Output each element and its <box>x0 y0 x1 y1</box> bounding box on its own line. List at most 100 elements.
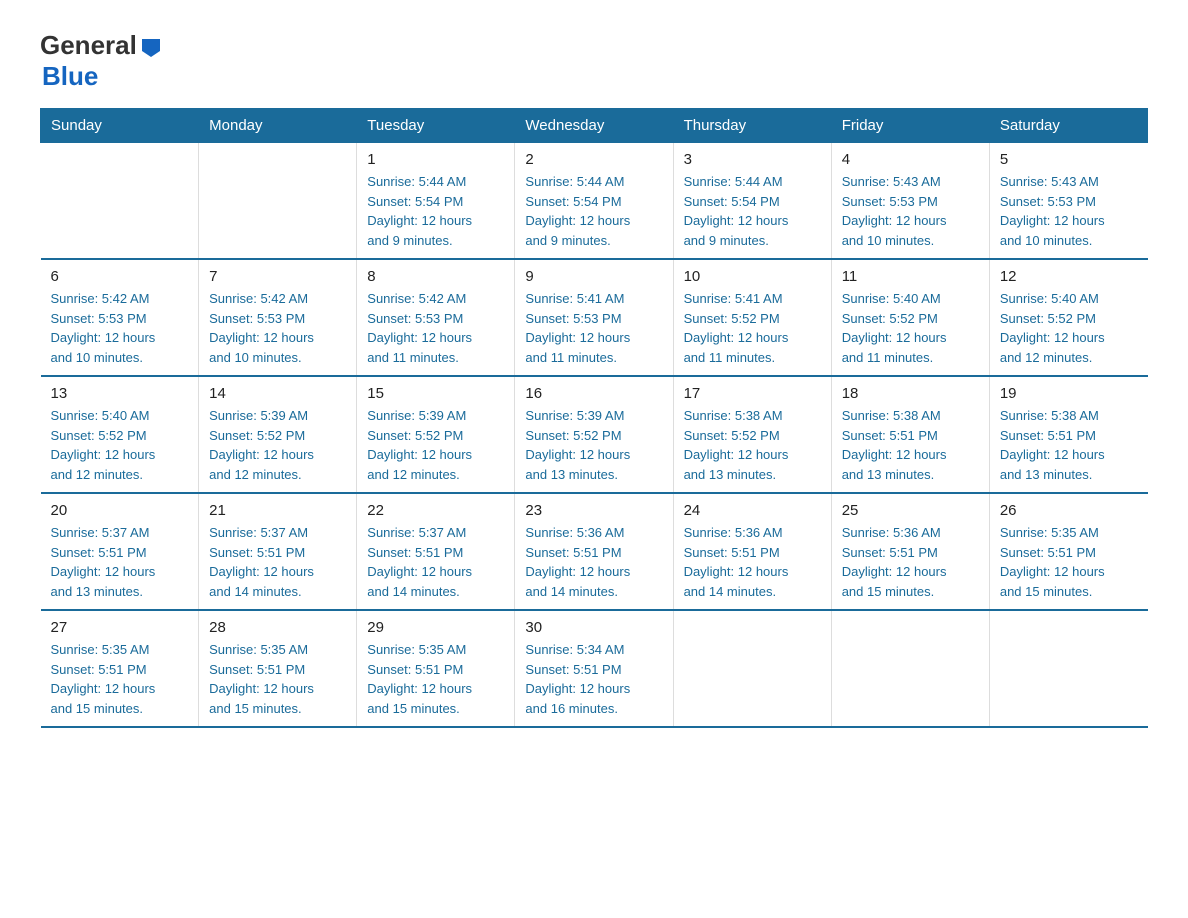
logo-text-blue: Blue <box>42 61 98 92</box>
calendar-cell: 27Sunrise: 5:35 AM Sunset: 5:51 PM Dayli… <box>41 610 199 727</box>
calendar-cell: 1 Sunrise: 5:44 AM Sunset: 5:54 PM Daylig… <box>357 143 515 260</box>
week-row-3: 13 Sunrise: 5:40 AM Sunset: 5:52 PM Dayli… <box>41 376 1148 493</box>
logo: General Blue <box>40 30 162 92</box>
day-info: Sunrise: 5:40 AM Sunset: 5:52 PM Dayligh… <box>842 289 979 367</box>
week-row-4: 20 Sunrise: 5:37 AM Sunset: 5:51 PM Dayli… <box>41 493 1148 610</box>
day-info: Sunrise: 5:36 AM Sunset: 5:51 PM Dayligh… <box>684 523 821 601</box>
day-number: 18 <box>842 385 979 402</box>
day-number: 11 <box>842 268 979 285</box>
calendar-cell: 22 Sunrise: 5:37 AM Sunset: 5:51 PM Dayli… <box>357 493 515 610</box>
day-info: Sunrise: 5:44 AM Sunset: 5:54 PM Dayligh… <box>367 172 504 250</box>
header-day-tuesday: Tuesday <box>357 109 515 143</box>
day-number: 16 <box>525 385 662 402</box>
calendar-cell: 3 Sunrise: 5:44 AM Sunset: 5:54 PM Daylig… <box>673 143 831 260</box>
week-row-1: 1 Sunrise: 5:44 AM Sunset: 5:54 PM Daylig… <box>41 143 1148 260</box>
calendar-cell: 11 Sunrise: 5:40 AM Sunset: 5:52 PM Dayli… <box>831 259 989 376</box>
day-info: Sunrise: 5:43 AM Sunset: 5:53 PM Dayligh… <box>1000 172 1138 250</box>
day-info: Sunrise: 5:41 AM Sunset: 5:53 PM Dayligh… <box>525 289 662 367</box>
day-info: Sunrise: 5:35 AM Sunset: 5:51 PM Dayligh… <box>1000 523 1138 601</box>
day-number: 13 <box>51 385 189 402</box>
day-number: 2 <box>525 151 662 168</box>
day-number: 8 <box>367 268 504 285</box>
calendar-cell: 4 Sunrise: 5:43 AM Sunset: 5:53 PM Daylig… <box>831 143 989 260</box>
calendar-cell: 16 Sunrise: 5:39 AM Sunset: 5:52 PM Dayli… <box>515 376 673 493</box>
calendar-cell: 2 Sunrise: 5:44 AM Sunset: 5:54 PM Daylig… <box>515 143 673 260</box>
calendar-cell: 19 Sunrise: 5:38 AM Sunset: 5:51 PM Dayli… <box>989 376 1147 493</box>
calendar-cell: 25 Sunrise: 5:36 AM Sunset: 5:51 PM Dayli… <box>831 493 989 610</box>
header-day-monday: Monday <box>199 109 357 143</box>
day-info: Sunrise: 5:36 AM Sunset: 5:51 PM Dayligh… <box>842 523 979 601</box>
week-row-2: 6 Sunrise: 5:42 AM Sunset: 5:53 PM Daylig… <box>41 259 1148 376</box>
day-number: 19 <box>1000 385 1138 402</box>
day-number: 30 <box>525 619 662 636</box>
day-number: 26 <box>1000 502 1138 519</box>
day-number: 29 <box>367 619 504 636</box>
calendar-cell: 12 Sunrise: 5:40 AM Sunset: 5:52 PM Dayli… <box>989 259 1147 376</box>
day-number: 27 <box>51 619 189 636</box>
day-number: 7 <box>209 268 346 285</box>
day-number: 6 <box>51 268 189 285</box>
calendar-cell: 5 Sunrise: 5:43 AM Sunset: 5:53 PM Daylig… <box>989 143 1147 260</box>
calendar-cell <box>989 610 1147 727</box>
day-number: 14 <box>209 385 346 402</box>
logo-triangle-icon <box>140 35 162 57</box>
header-row: SundayMondayTuesdayWednesdayThursdayFrid… <box>41 109 1148 143</box>
day-number: 17 <box>684 385 821 402</box>
calendar-cell: 14 Sunrise: 5:39 AM Sunset: 5:52 PM Dayli… <box>199 376 357 493</box>
calendar-cell: 15Sunrise: 5:39 AM Sunset: 5:52 PM Dayli… <box>357 376 515 493</box>
day-number: 20 <box>51 502 189 519</box>
calendar-cell <box>199 143 357 260</box>
day-info: Sunrise: 5:37 AM Sunset: 5:51 PM Dayligh… <box>51 523 189 601</box>
calendar-cell: 24Sunrise: 5:36 AM Sunset: 5:51 PM Dayli… <box>673 493 831 610</box>
calendar-cell <box>831 610 989 727</box>
day-number: 21 <box>209 502 346 519</box>
calendar-cell: 8 Sunrise: 5:42 AM Sunset: 5:53 PM Daylig… <box>357 259 515 376</box>
calendar-cell <box>41 143 199 260</box>
day-number: 22 <box>367 502 504 519</box>
day-number: 25 <box>842 502 979 519</box>
day-info: Sunrise: 5:39 AM Sunset: 5:52 PM Dayligh… <box>525 406 662 484</box>
week-row-5: 27 Sunrise: 5:35 AM Sunset: 5:51 PM Dayli… <box>41 610 1148 727</box>
day-info: Sunrise: 5:41 AM Sunset: 5:52 PM Dayligh… <box>684 289 821 367</box>
day-info: Sunrise: 5:37 AM Sunset: 5:51 PM Dayligh… <box>209 523 346 601</box>
header-day-sunday: Sunday <box>41 109 199 143</box>
day-number: 4 <box>842 151 979 168</box>
calendar-cell: 28Sunrise: 5:35 AM Sunset: 5:51 PM Dayli… <box>199 610 357 727</box>
day-info: Sunrise: 5:35 AM Sunset: 5:51 PM Dayligh… <box>367 640 504 718</box>
day-info: Sunrise: 5:38 AM Sunset: 5:51 PM Dayligh… <box>842 406 979 484</box>
calendar-cell: 21 Sunrise: 5:37 AM Sunset: 5:51 PM Dayli… <box>199 493 357 610</box>
day-info: Sunrise: 5:39 AM Sunset: 5:52 PM Dayligh… <box>209 406 346 484</box>
day-number: 1 <box>367 151 504 168</box>
day-info: Sunrise: 5:42 AM Sunset: 5:53 PM Dayligh… <box>367 289 504 367</box>
day-number: 9 <box>525 268 662 285</box>
calendar-cell: 17 Sunrise: 5:38 AM Sunset: 5:52 PM Dayli… <box>673 376 831 493</box>
calendar-cell: 18 Sunrise: 5:38 AM Sunset: 5:51 PM Dayli… <box>831 376 989 493</box>
calendar-header: SundayMondayTuesdayWednesdayThursdayFrid… <box>41 109 1148 143</box>
day-number: 28 <box>209 619 346 636</box>
day-number: 12 <box>1000 268 1138 285</box>
calendar-table: SundayMondayTuesdayWednesdayThursdayFrid… <box>40 108 1148 728</box>
day-info: Sunrise: 5:44 AM Sunset: 5:54 PM Dayligh… <box>684 172 821 250</box>
page-header: General Blue <box>40 30 1148 92</box>
calendar-cell <box>673 610 831 727</box>
day-info: Sunrise: 5:34 AM Sunset: 5:51 PM Dayligh… <box>525 640 662 718</box>
day-info: Sunrise: 5:42 AM Sunset: 5:53 PM Dayligh… <box>209 289 346 367</box>
day-info: Sunrise: 5:38 AM Sunset: 5:52 PM Dayligh… <box>684 406 821 484</box>
calendar-cell: 30 Sunrise: 5:34 AM Sunset: 5:51 PM Dayli… <box>515 610 673 727</box>
header-day-friday: Friday <box>831 109 989 143</box>
calendar-cell: 13 Sunrise: 5:40 AM Sunset: 5:52 PM Dayli… <box>41 376 199 493</box>
day-info: Sunrise: 5:38 AM Sunset: 5:51 PM Dayligh… <box>1000 406 1138 484</box>
calendar-cell: 20 Sunrise: 5:37 AM Sunset: 5:51 PM Dayli… <box>41 493 199 610</box>
day-info: Sunrise: 5:43 AM Sunset: 5:53 PM Dayligh… <box>842 172 979 250</box>
day-info: Sunrise: 5:37 AM Sunset: 5:51 PM Dayligh… <box>367 523 504 601</box>
day-number: 5 <box>1000 151 1138 168</box>
calendar-cell: 7 Sunrise: 5:42 AM Sunset: 5:53 PM Daylig… <box>199 259 357 376</box>
day-number: 3 <box>684 151 821 168</box>
calendar-body: 1 Sunrise: 5:44 AM Sunset: 5:54 PM Daylig… <box>41 143 1148 728</box>
day-info: Sunrise: 5:39 AM Sunset: 5:52 PM Dayligh… <box>367 406 504 484</box>
day-info: Sunrise: 5:42 AM Sunset: 5:53 PM Dayligh… <box>51 289 189 367</box>
header-day-thursday: Thursday <box>673 109 831 143</box>
day-info: Sunrise: 5:40 AM Sunset: 5:52 PM Dayligh… <box>1000 289 1138 367</box>
day-info: Sunrise: 5:40 AM Sunset: 5:52 PM Dayligh… <box>51 406 189 484</box>
day-info: Sunrise: 5:44 AM Sunset: 5:54 PM Dayligh… <box>525 172 662 250</box>
